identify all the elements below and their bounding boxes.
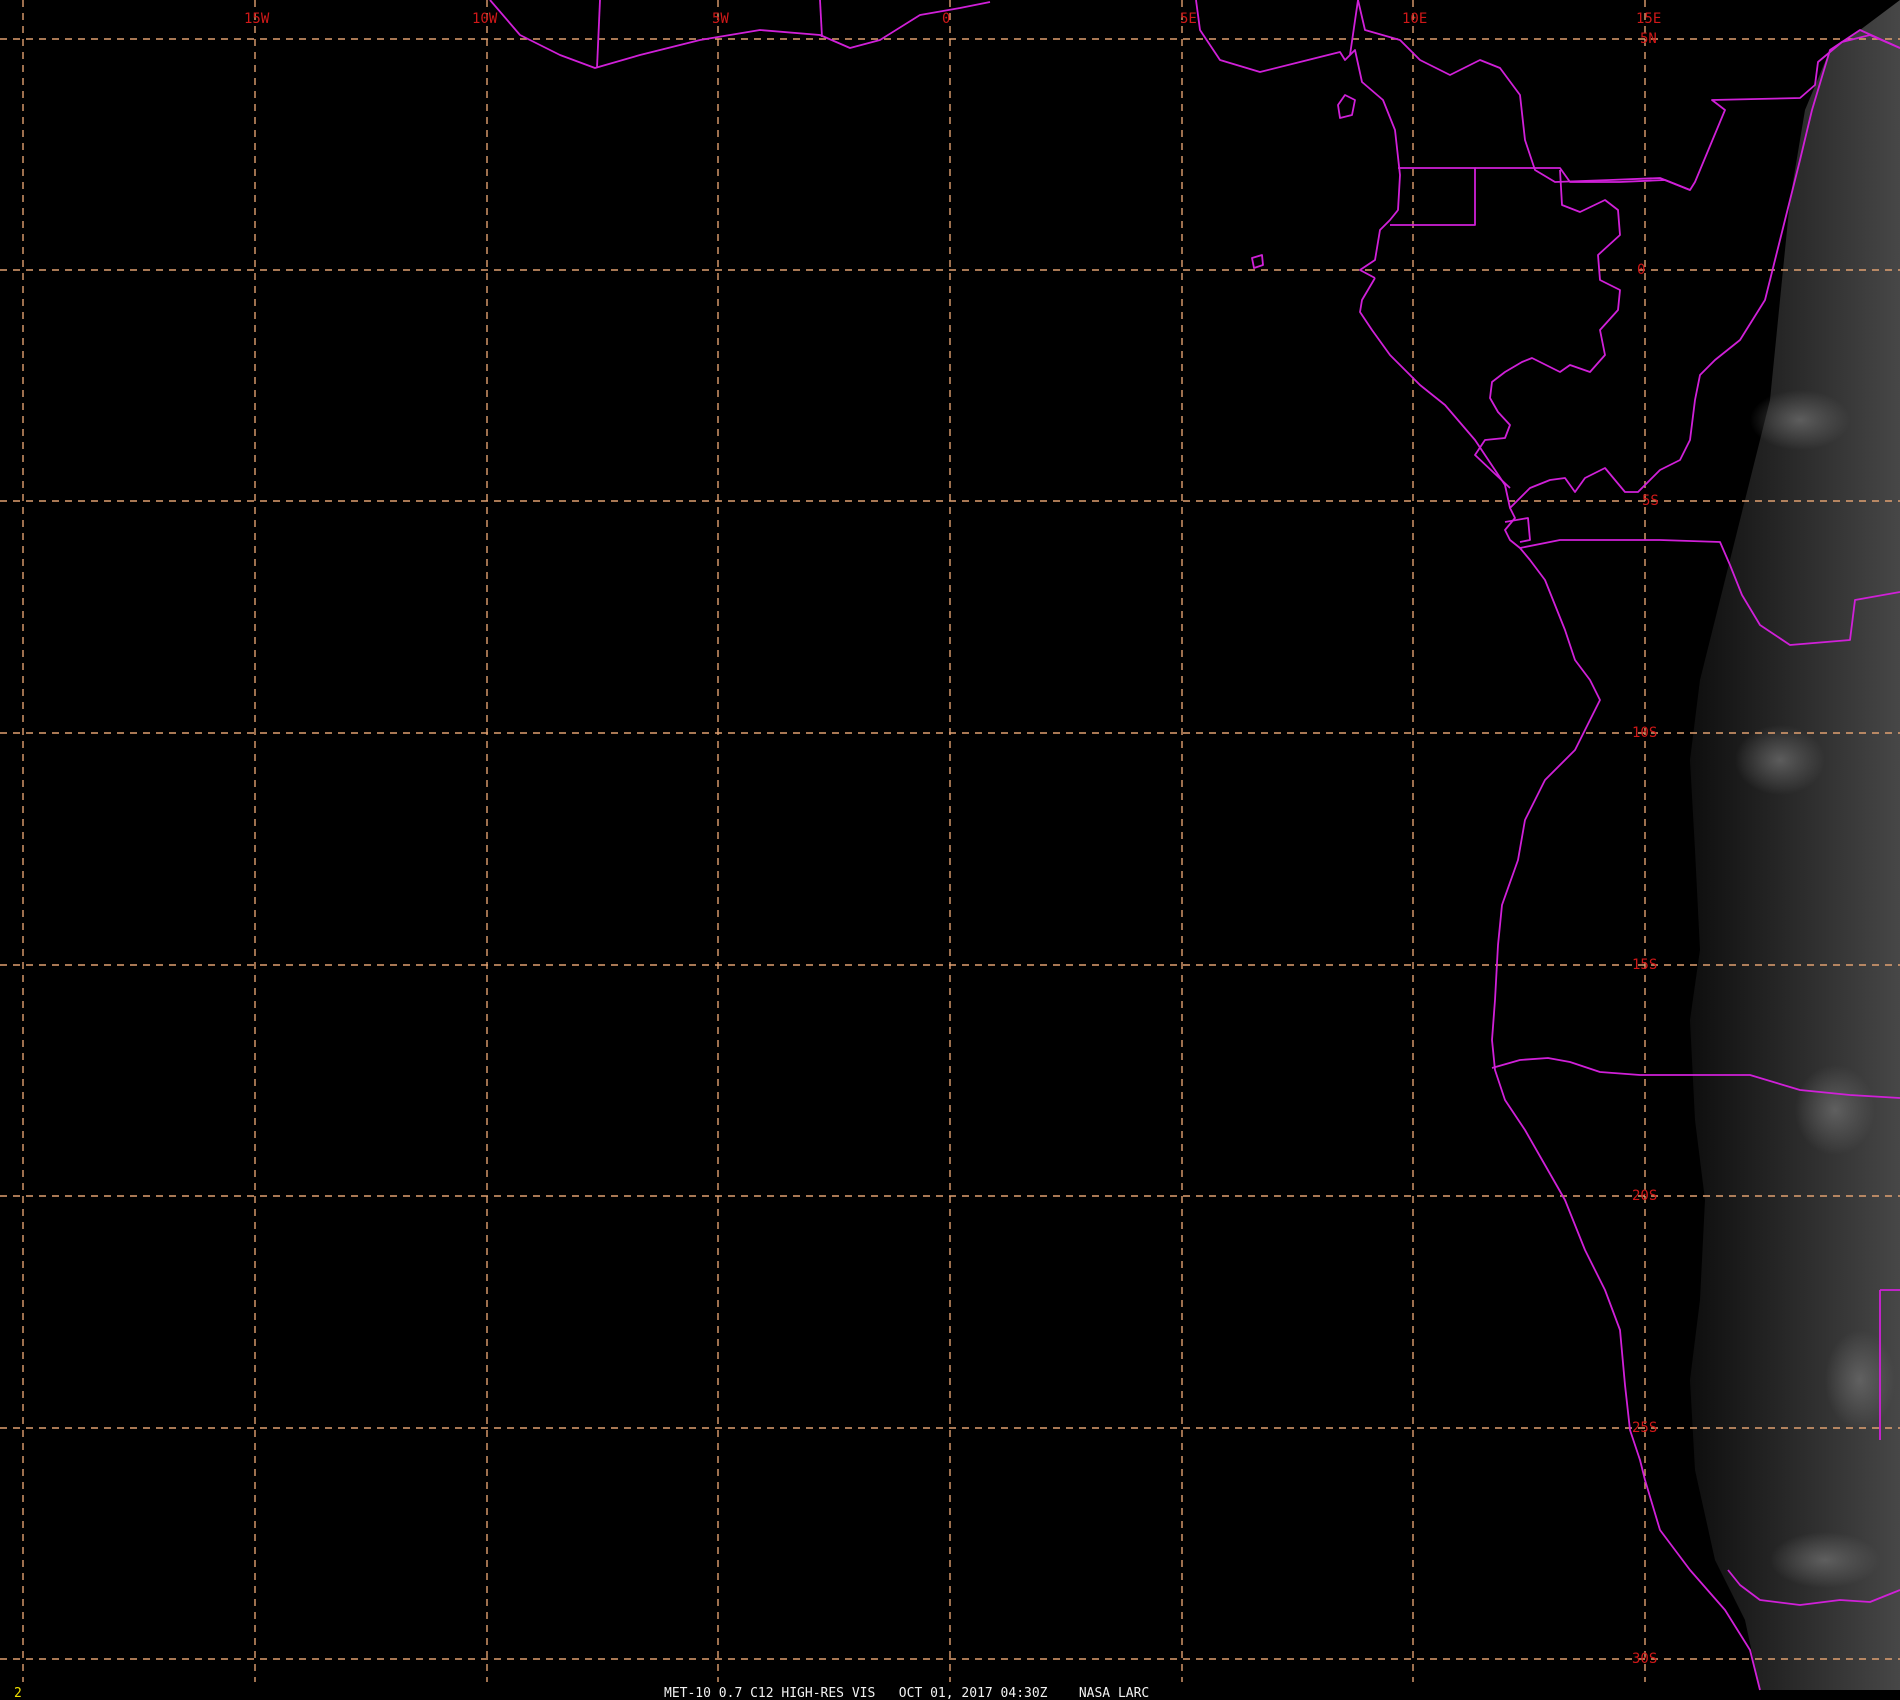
equatorial-guinea-border [1390,167,1476,226]
lon-label-5e: 5E [1180,11,1197,27]
land-imagery [1690,0,1900,1690]
coastlines-and-borders [489,0,1900,1691]
frame-number: 2 [14,1686,22,1700]
nigeria-coast [1195,0,1401,279]
gabon-congo-border [1474,169,1621,489]
togo-border [819,0,823,38]
lon-label-10w: 10W [472,11,498,27]
lat-label-10s: 10S [1632,725,1657,741]
lat-label-25s: 25S [1632,1420,1657,1436]
bioko-island [1337,94,1356,119]
longitude-labels: 15W 10W 5W 0 5E 10E 15E [244,11,1661,27]
lon-label-0: 0 [942,11,950,27]
lon-label-10e: 10E [1402,11,1427,27]
image-caption: MET-10 0.7 C12 HIGH-RES VIS OCT 01, 2017… [664,1686,1149,1700]
sao-tome-island [1251,254,1264,269]
lat-label-20s: 20S [1632,1188,1657,1204]
lon-label-15w: 15W [244,11,270,27]
lon-label-15e: 15E [1636,11,1661,27]
cameroon-gabon-border [1475,167,1691,191]
nigeria-cameroon-border [1349,0,1359,56]
ghana-border [596,0,601,69]
lat-label-5n: 5N [1640,31,1657,47]
lat-label-15s: 15S [1632,957,1657,973]
lat-label-30s: 30S [1632,1651,1657,1667]
lat-label-5s: 5S [1642,493,1659,509]
lat-lon-graticule [0,0,1900,1682]
west-africa-coastline [489,0,991,69]
lat-label-0: 0 [1637,262,1645,278]
satellite-map: 15W 10W 5W 0 5E 10E 15E 5N 0 5S 10S 15S … [0,0,1900,1700]
status-bar: 2 MET-10 0.7 C12 HIGH-RES VIS OCT 01, 20… [14,1686,1149,1700]
lon-label-5w: 5W [712,11,729,27]
